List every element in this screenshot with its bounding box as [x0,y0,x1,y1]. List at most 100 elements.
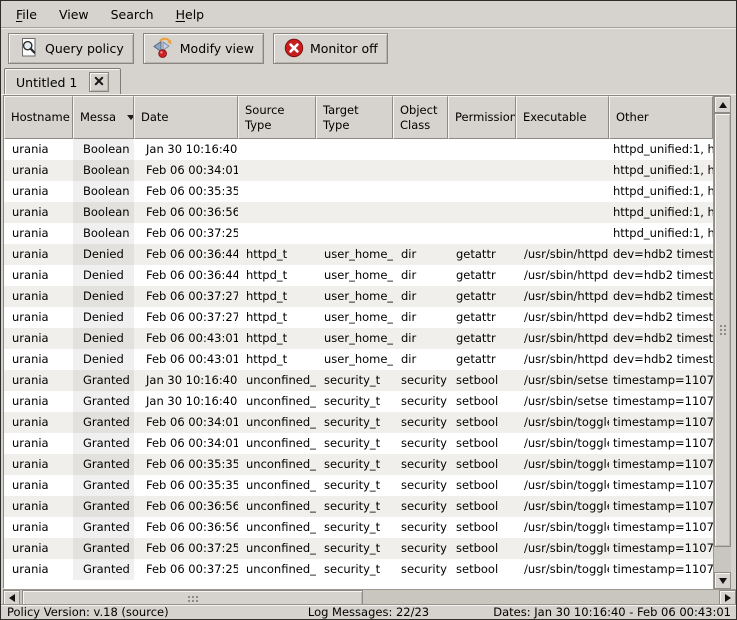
menu-view[interactable]: View [48,3,100,26]
cell-message: Boolean [73,139,134,160]
cell-permission: getattr [448,328,516,349]
vertical-scrollbar-thumb[interactable] [714,113,731,547]
cell-object-class: security [393,538,448,559]
toolbar-button-label: Monitor off [310,41,378,56]
tab-close-button[interactable] [89,72,109,92]
table-body: uraniaBooleanJan 30 10:16:40httpd_unifie… [4,139,713,589]
cell-hostname: urania [4,139,73,160]
cell-other: dev=hdb2 timesta [609,286,713,307]
cell-object-class: security [393,370,448,391]
column-header-target-type[interactable]: Target Type [316,96,393,139]
cell-object-class: security [393,496,448,517]
cell-hostname: urania [4,391,73,412]
log-row[interactable]: uraniaGrantedFeb 06 00:35:35unconfined_s… [4,454,713,475]
cell-permission: setbool [448,538,516,559]
log-row[interactable]: uraniaBooleanFeb 06 00:36:56httpd_unifie… [4,202,713,223]
column-header-date[interactable]: Date [134,96,238,139]
cell-other: timestamp=11076 [609,496,713,517]
cell-executable: /usr/sbin/httpd [516,244,609,265]
close-icon [93,75,105,90]
cell-target-type [316,223,393,244]
status-bar: Policy Version: v.18 (source) Log Messag… [1,604,736,619]
menu-bar: FileViewSearchHelp [1,1,736,28]
log-row[interactable]: uraniaDeniedFeb 06 00:37:27httpd_tuser_h… [4,286,713,307]
menu-search[interactable]: Search [100,3,165,26]
cell-permission: setbool [448,454,516,475]
log-row[interactable]: uraniaGrantedFeb 06 00:35:35unconfined_s… [4,475,713,496]
column-header-permission[interactable]: Permission [448,96,516,139]
log-row[interactable]: uraniaGrantedFeb 06 00:34:01unconfined_s… [4,412,713,433]
cell-permission [448,202,516,223]
cell-target-type: security_t [316,559,393,580]
log-row[interactable]: uraniaBooleanFeb 06 00:34:01httpd_unifie… [4,160,713,181]
cell-target-type: security_t [316,538,393,559]
cell-executable: /usr/sbin/httpd [516,286,609,307]
column-header-hostname[interactable]: Hostname [4,96,73,139]
log-row[interactable]: uraniaDeniedFeb 06 00:36:44httpd_tuser_h… [4,244,713,265]
column-header-other[interactable]: Other [609,96,713,139]
scroll-up-button[interactable] [714,96,731,113]
log-row[interactable]: uraniaDeniedFeb 06 00:43:01httpd_tuser_h… [4,349,713,370]
grip-icon [188,596,190,598]
cell-date: Feb 06 00:34:01 [134,412,238,433]
vertical-scrollbar-track[interactable] [714,113,731,572]
column-header-label: Date [141,110,169,124]
query-policy-button[interactable]: Query policy [8,33,134,64]
log-row[interactable]: uraniaBooleanFeb 06 00:35:35httpd_unifie… [4,181,713,202]
cell-target-type: security_t [316,496,393,517]
cell-target-type: user_home_ [316,307,393,328]
cell-other: timestamp=11076 [609,433,713,454]
cell-target-type: user_home_ [316,244,393,265]
cell-message: Granted [73,559,134,580]
modify-view-button[interactable]: Modify view [143,33,264,64]
log-row[interactable]: uraniaDeniedFeb 06 00:43:01httpd_tuser_h… [4,328,713,349]
tab-untitled-1[interactable]: Untitled 1 [4,68,121,95]
column-header-label: Permission [455,110,516,124]
column-header-executable[interactable]: Executable [516,96,609,139]
log-row[interactable]: uraniaGrantedJan 30 10:16:40unconfined_s… [4,370,713,391]
monitor-off-button[interactable]: Monitor off [273,33,388,64]
cell-target-type: security_t [316,433,393,454]
cell-permission [448,181,516,202]
cell-permission [448,223,516,244]
cell-permission: setbool [448,433,516,454]
cell-source-type [238,160,316,181]
column-header-source-type[interactable]: Source Type [238,96,316,139]
cell-hostname: urania [4,244,73,265]
cell-target-type: security_t [316,370,393,391]
cell-date: Feb 06 00:37:25 [134,538,238,559]
cell-executable: /usr/sbin/setseb [516,391,609,412]
cell-executable [516,139,609,160]
log-row[interactable]: uraniaGrantedFeb 06 00:36:56unconfined_s… [4,517,713,538]
column-header-label: Object Class [400,103,437,132]
cell-permission: setbool [448,496,516,517]
cell-message: Boolean [73,223,134,244]
cell-object-class [393,202,448,223]
log-row[interactable]: uraniaGrantedJan 30 10:16:40unconfined_s… [4,391,713,412]
cell-object-class [393,139,448,160]
cell-executable: /usr/sbin/toggle [516,475,609,496]
log-row[interactable]: uraniaGrantedFeb 06 00:34:01unconfined_s… [4,433,713,454]
log-row[interactable]: uraniaGrantedFeb 06 00:36:56unconfined_s… [4,496,713,517]
grip-icon [720,325,722,327]
cell-object-class: security [393,475,448,496]
scroll-down-button[interactable] [714,572,731,589]
cell-source-type: unconfined_ [238,496,316,517]
log-row[interactable]: uraniaGrantedFeb 06 00:37:25unconfined_s… [4,559,713,580]
cell-source-type: httpd_t [238,328,316,349]
log-row[interactable]: uraniaBooleanFeb 06 00:37:25httpd_unifie… [4,223,713,244]
log-row[interactable]: uraniaDeniedFeb 06 00:36:44httpd_tuser_h… [4,265,713,286]
cell-permission: setbool [448,412,516,433]
cell-target-type [316,160,393,181]
cell-executable: /usr/sbin/toggle [516,454,609,475]
column-header-messa[interactable]: Messa [73,96,134,139]
menu-help[interactable]: Help [165,3,216,26]
log-row[interactable]: uraniaGrantedFeb 06 00:37:25unconfined_s… [4,538,713,559]
menu-file[interactable]: File [5,3,48,26]
column-header-object-class[interactable]: Object Class [393,96,448,139]
app-window: FileViewSearchHelp Query policy Modify vi… [0,0,737,620]
cell-hostname: urania [4,265,73,286]
vertical-scrollbar[interactable] [713,96,731,589]
log-row[interactable]: uraniaDeniedFeb 06 00:37:27httpd_tuser_h… [4,307,713,328]
log-row[interactable]: uraniaBooleanJan 30 10:16:40httpd_unifie… [4,139,713,160]
